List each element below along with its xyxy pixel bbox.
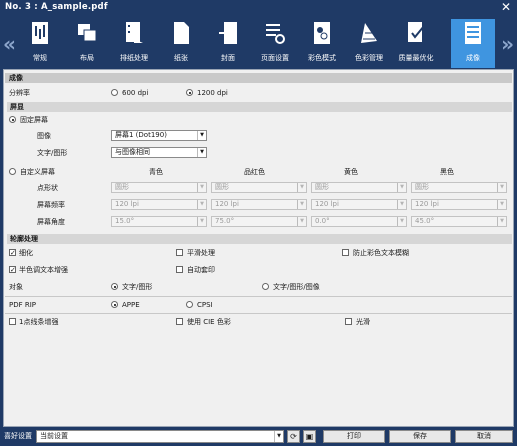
halftone-text-checkbox[interactable]: ✓ [9, 266, 16, 274]
section-header-edge: 轮廓处理 [7, 234, 512, 244]
print-settings-window: No. 3 : A_sample.pdf ✕ « » 常规 布局 排纸处理 纸张… [0, 0, 517, 446]
window-title: No. 3 : A_sample.pdf [5, 2, 108, 12]
radio-custom-screen[interactable] [9, 168, 16, 175]
magenta-frequency-select[interactable]: 120 lpi ▼ [211, 199, 307, 210]
color-mode-icon [314, 22, 330, 44]
save-preference-icon[interactable]: ▣ [303, 430, 316, 443]
cover-icon [219, 22, 237, 44]
close-icon[interactable]: ✕ [501, 0, 511, 14]
cie-color-checkbox[interactable] [176, 318, 183, 325]
tab-imaging[interactable]: 成像 [451, 19, 495, 68]
dot-line-checkbox[interactable] [9, 318, 16, 325]
radio-1200dpi[interactable] [186, 89, 193, 96]
section-header-imaging: 成像 [5, 73, 512, 83]
cyan-shape-select[interactable]: 圆形 ▼ [111, 182, 207, 193]
section-header-screen: 屏显 [7, 102, 512, 112]
tab-quality[interactable]: 质量最优化 [394, 19, 438, 68]
tab-page-setup[interactable]: 页面设置 [253, 19, 297, 68]
magenta-shape-select[interactable]: 圆形 ▼ [211, 182, 307, 193]
divider [5, 313, 512, 314]
refresh-icon[interactable]: ⟳ [287, 430, 300, 443]
print-button[interactable]: 打印 [323, 430, 385, 443]
scroll-left-icon[interactable]: « [3, 32, 16, 56]
layout-icon [78, 24, 97, 42]
radio-cpsi[interactable] [186, 301, 193, 308]
radio-target-text-graphics[interactable] [111, 283, 118, 290]
image-screen-select[interactable]: 屏幕1 (Dot190) ▼ [111, 130, 207, 141]
tab-layout[interactable]: 布局 [65, 19, 109, 68]
yellow-angle-select[interactable]: 0.0° ▼ [311, 216, 407, 227]
tab-general[interactable]: 常规 [18, 19, 62, 68]
magenta-angle-select[interactable]: 75.0° ▼ [211, 216, 307, 227]
tab-color-mode[interactable]: 彩色模式 [300, 19, 344, 68]
quality-icon [408, 22, 425, 42]
prevent-blur-checkbox[interactable] [342, 249, 349, 256]
preference-select[interactable]: 当前设置 ▼ [36, 430, 284, 443]
tab-cover[interactable]: 封面 [206, 19, 250, 68]
yellow-shape-select[interactable]: 圆形 ▼ [311, 182, 407, 193]
col-black: 黑色 [440, 168, 454, 176]
tab-paper[interactable]: 纸张 [159, 19, 203, 68]
col-cyan: 青色 [149, 168, 163, 176]
radio-600dpi[interactable] [111, 89, 118, 96]
color-management-icon [361, 23, 377, 43]
preference-label: 喜好设置 [4, 432, 32, 440]
black-shape-select[interactable]: 圆形 ▼ [411, 182, 507, 193]
finishing-icon [126, 22, 143, 43]
col-yellow: 黄色 [344, 168, 358, 176]
imaging-panel: 成像 分辨率 600 dpi 1200 dpi 屏显 固定屏幕 图像 屏幕1 (… [3, 69, 514, 427]
auto-trap-checkbox[interactable] [176, 266, 183, 273]
footer-bar: 喜好设置 当前设置 ▼ ⟳ ▣ 打印 保存 取消 [0, 428, 517, 446]
smooth-checkbox[interactable] [176, 249, 183, 256]
paper-icon [174, 22, 189, 44]
title-bar: No. 3 : A_sample.pdf ✕ [0, 0, 517, 16]
general-icon [32, 22, 48, 44]
yellow-frequency-select[interactable]: 120 lpi ▼ [311, 199, 407, 210]
cancel-button[interactable]: 取消 [455, 430, 513, 443]
tab-color-management[interactable]: 色彩管理 [347, 19, 391, 68]
radio-appe[interactable] [111, 301, 118, 308]
cyan-frequency-select[interactable]: 120 lpi ▼ [111, 199, 207, 210]
tab-bar: « » 常规 布局 排纸处理 纸张 封面 页面设置 彩色模式 色彩管理 质量最优… [0, 16, 517, 68]
imaging-icon [465, 22, 481, 44]
black-angle-select[interactable]: 45.0° ▼ [411, 216, 507, 227]
text-graphics-screen-select[interactable]: 与图像相同 ▼ [111, 147, 207, 158]
black-frequency-select[interactable]: 120 lpi ▼ [411, 199, 507, 210]
pdf-rip-label: PDF RIP [9, 301, 37, 309]
thin-checkbox[interactable]: ✓ [9, 249, 16, 257]
tab-finishing[interactable]: 排纸处理 [112, 19, 156, 68]
divider [5, 296, 512, 297]
gloss-checkbox[interactable] [345, 318, 352, 325]
save-button[interactable]: 保存 [389, 430, 451, 443]
resolution-label: 分辨率 [9, 89, 30, 97]
col-magenta: 品红色 [244, 168, 265, 176]
page-setup-icon [266, 24, 285, 44]
cyan-angle-select[interactable]: 15.0° ▼ [111, 216, 207, 227]
scroll-right-icon[interactable]: » [501, 32, 514, 56]
radio-fixed-screen[interactable] [9, 116, 16, 123]
radio-target-text-graphics-image[interactable] [262, 283, 269, 290]
